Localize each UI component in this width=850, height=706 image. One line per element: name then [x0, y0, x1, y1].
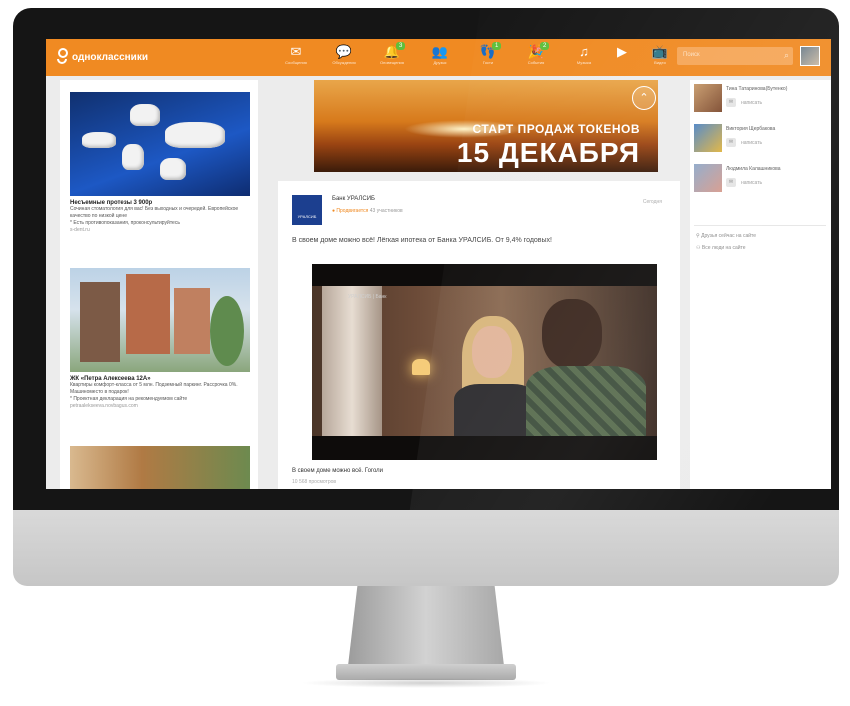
- nav-music[interactable]: ♫ Музыка: [560, 42, 608, 74]
- video-brand: УРАЛСИБ | Банк: [348, 294, 387, 300]
- post-author-logo[interactable]: УРАЛСИБ: [292, 195, 322, 225]
- search-icon[interactable]: ⌕: [784, 50, 789, 61]
- notification-badge: 3: [396, 42, 406, 50]
- ad-note: * Есть противопоказания, проконсультируй…: [70, 220, 180, 226]
- friends-icon: 👥: [431, 44, 449, 59]
- post-author[interactable]: Банк УРАЛСИБ: [332, 196, 375, 202]
- ad-image[interactable]: [70, 92, 250, 196]
- all-online-link[interactable]: ⚇ Все люди на сайте: [696, 245, 746, 251]
- friend-avatar[interactable]: [694, 84, 722, 112]
- friend-name[interactable]: Тина Татаринова(Бутенко): [726, 86, 787, 92]
- search-input[interactable]: Поиск ⌕: [677, 47, 793, 65]
- screen: одноклассники ✉ Сообщения 💬 Обсуждения 🔔…: [46, 39, 831, 489]
- nav-guests[interactable]: 👣 1 Гости: [464, 42, 512, 74]
- video-views: 10 568 просмотров: [292, 479, 337, 485]
- friend-item[interactable]: Виктория Щербакова ✉ написать: [694, 124, 829, 160]
- ad-link[interactable]: s-dent.ru: [70, 227, 250, 234]
- nav-friends[interactable]: 👥 Друзья: [416, 42, 464, 74]
- nav-label: Оповещения: [380, 60, 404, 65]
- search-placeholder: Поиск: [683, 52, 700, 58]
- nav-label: Друзья: [433, 60, 447, 65]
- guests-badge: 1: [492, 42, 502, 50]
- site-name: одноклассники: [72, 51, 148, 63]
- nav-label: Музыка: [576, 60, 592, 65]
- ad-text: Квартиры комфорт-класса от 5 млн. Подзем…: [70, 382, 238, 395]
- nav-video-play[interactable]: ▶: [608, 42, 636, 74]
- ok-logo-icon: [56, 48, 68, 66]
- nav-messages[interactable]: ✉ Сообщения: [272, 42, 320, 74]
- nav-label: События: [527, 60, 545, 65]
- banner-date: 15 ДЕКАБРЯ: [456, 137, 640, 168]
- divider: [694, 225, 826, 226]
- events-icon: 🎉: [527, 44, 545, 59]
- music-icon: ♫: [579, 44, 589, 59]
- message-icon: ✉: [726, 138, 736, 147]
- events-badge: 2: [540, 42, 550, 50]
- envelope-icon: ✉: [290, 44, 302, 59]
- ad-third[interactable]: [70, 446, 250, 489]
- avatar[interactable]: [800, 46, 820, 66]
- post-text: В своем доме можно всё! Лёгкая ипотека о…: [292, 237, 552, 244]
- ad-text: Сочиная стоматология для вас! Без выходн…: [70, 206, 239, 219]
- friend-item[interactable]: Тина Татаринова(Бутенко) ✉ написать: [694, 84, 829, 120]
- scroll-up-icon[interactable]: ⌃: [632, 86, 656, 110]
- write-label: написать: [741, 139, 763, 146]
- nav-label: Обсуждения: [332, 60, 356, 65]
- site-logo[interactable]: одноклассники: [56, 48, 148, 66]
- friend-name[interactable]: Виктория Щербакова: [726, 126, 775, 132]
- promo-label: ● Продвигается: [332, 208, 369, 214]
- chat-icon: 💬: [335, 44, 353, 59]
- write-label: написать: [741, 179, 763, 186]
- post-time: Сегодня: [642, 199, 662, 205]
- friends-online-link[interactable]: ⚲ Друзья сейчас на сайте: [696, 233, 756, 239]
- guests-icon: 👣: [479, 44, 497, 59]
- ad-image[interactable]: [70, 268, 250, 372]
- friend-name[interactable]: Людмила Калашникова: [726, 166, 781, 172]
- ad-note: * Проектная декларация на рекомендуемом …: [70, 396, 188, 402]
- message-icon: ✉: [726, 178, 736, 187]
- bell-icon: 🔔: [383, 44, 401, 59]
- feed-post: УРАЛСИБ Банк УРАЛСИБ ● Продвигается 43 у…: [278, 181, 680, 489]
- nav-notifications[interactable]: 🔔 3 Оповещения: [368, 42, 416, 74]
- ad-image[interactable]: [70, 446, 250, 489]
- ad-dental[interactable]: Несъемные протезы 3 900р Сочиная стомато…: [70, 92, 250, 234]
- friend-item[interactable]: Людмила Калашникова ✉ написать: [694, 164, 829, 200]
- ad-link[interactable]: petraalekseeva.novbagus.com: [70, 403, 250, 410]
- main-nav: ✉ Сообщения 💬 Обсуждения 🔔 3 Оповещения …: [272, 42, 684, 74]
- video-player[interactable]: УРАЛСИБ | Банк: [312, 264, 657, 460]
- nav-discussions[interactable]: 💬 Обсуждения: [320, 42, 368, 74]
- monitor-bezel: одноклассники ✉ Сообщения 💬 Обсуждения 🔔…: [13, 8, 839, 510]
- nav-events[interactable]: 🎉 2 События: [512, 42, 560, 74]
- banner-title: СТАРТ ПРОДАЖ ТОКЕНОВ: [472, 122, 640, 136]
- message-icon: ✉: [726, 98, 736, 107]
- ad-apartments[interactable]: ЖК «Петра Алексеева 12А» Квартиры комфор…: [70, 268, 250, 410]
- post-meta: ● Продвигается 43 участников: [332, 208, 403, 214]
- friend-avatar[interactable]: [694, 164, 722, 192]
- write-button[interactable]: ✉ написать: [726, 138, 762, 147]
- participants-count: 43 участников: [369, 208, 403, 214]
- nav-label: Гости: [482, 60, 494, 65]
- monitor-chin: [13, 510, 839, 586]
- write-button[interactable]: ✉ написать: [726, 178, 762, 187]
- friend-avatar[interactable]: [694, 124, 722, 152]
- friends-column: Тина Татаринова(Бутенко) ✉ написать Викт…: [690, 80, 831, 489]
- write-label: написать: [741, 99, 763, 106]
- write-button[interactable]: ✉ написать: [726, 98, 762, 107]
- promo-banner[interactable]: СТАРТ ПРОДАЖ ТОКЕНОВ 15 ДЕКАБРЯ ⌃: [314, 80, 658, 172]
- monitor-stand: [348, 586, 504, 666]
- nav-label: Сообщения: [285, 60, 307, 65]
- top-bar: одноклассники ✉ Сообщения 💬 Обсуждения 🔔…: [46, 39, 831, 76]
- ads-column: Несъемные протезы 3 900р Сочиная стомато…: [60, 80, 258, 489]
- video-caption[interactable]: В своем доме можно всё. Гоголи: [292, 468, 383, 474]
- video-icon: ▶: [617, 44, 627, 59]
